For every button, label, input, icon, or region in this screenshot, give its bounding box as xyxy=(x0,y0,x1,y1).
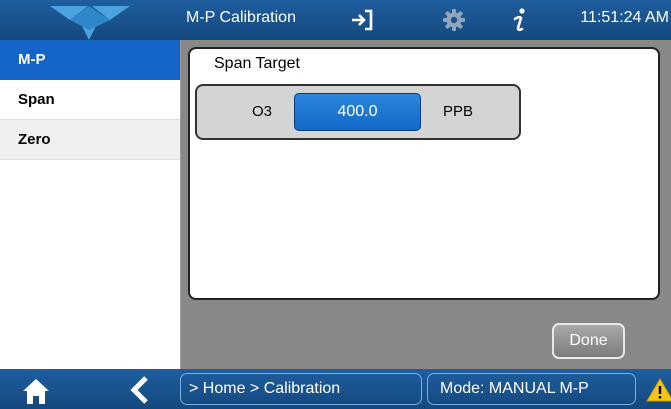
page-title: M-P Calibration xyxy=(186,9,296,26)
main-content: Span Target O3 400.0 PPB Done xyxy=(181,40,671,369)
span-target-row: O3 400.0 PPB xyxy=(195,84,521,140)
span-target-panel: Span Target O3 400.0 PPB xyxy=(188,47,660,300)
top-bar: M-P Calibration 11:51:24 AM xyxy=(0,0,671,40)
home-icon[interactable] xyxy=(22,378,50,404)
sidebar: M-P Span Zero xyxy=(0,40,181,369)
sidebar-item-zero[interactable]: Zero xyxy=(0,120,180,160)
bottom-bar: > Home > Calibration Mode: MANUAL M-P xyxy=(0,369,671,409)
done-button[interactable]: Done xyxy=(552,323,625,359)
unit-label: PPB xyxy=(443,103,474,120)
span-value-field[interactable]: 400.0 xyxy=(294,93,421,131)
back-arrow-icon[interactable] xyxy=(127,376,151,404)
sidebar-item-m-p[interactable]: M-P xyxy=(0,40,180,80)
warning-icon[interactable] xyxy=(646,378,671,402)
sidebar-item-span[interactable]: Span xyxy=(0,80,180,120)
gas-label: O3 xyxy=(252,103,273,120)
info-icon[interactable] xyxy=(508,6,532,34)
logo-icon xyxy=(0,0,180,40)
gear-icon[interactable] xyxy=(440,6,468,34)
panel-title: Span Target xyxy=(214,55,300,72)
mode-indicator[interactable]: Mode: MANUAL M-P xyxy=(427,373,636,405)
clock: 11:51:24 AM xyxy=(580,9,669,26)
exit-icon[interactable] xyxy=(349,6,375,34)
breadcrumb[interactable]: > Home > Calibration xyxy=(180,373,422,405)
